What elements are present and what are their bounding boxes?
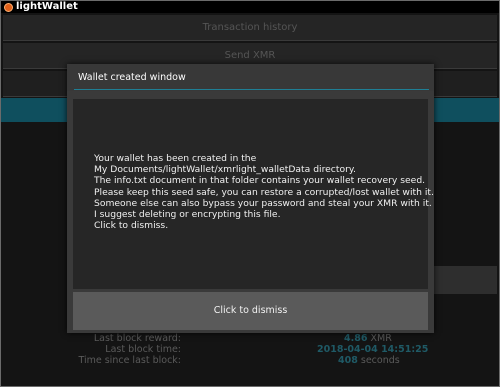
last-block-time-value: 2018-04-04 14:51:25 xyxy=(317,344,428,355)
dialog-header: Wallet created window xyxy=(67,64,434,91)
message-line: I suggest deleting or encrypting this fi… xyxy=(94,209,281,221)
message-line: My Documents/lightWallet/xmrlight_wallet… xyxy=(94,164,356,176)
dialog-title: Wallet created window xyxy=(78,72,186,83)
transaction-history-button[interactable]: Transaction history xyxy=(3,15,497,41)
time-since-label: Time since last block: xyxy=(78,355,181,366)
message-line: The info.txt document in that folder con… xyxy=(94,175,426,187)
time-since-value: 408 seconds xyxy=(338,355,400,366)
message-line: Please keep this seed safe, you can rest… xyxy=(94,186,434,198)
time-since-unit: seconds xyxy=(360,355,400,366)
dialog-body[interactable]: Your wallet has been created in the My D… xyxy=(73,99,434,289)
time-since-number: 408 xyxy=(338,355,358,366)
time-since-row: Time since last block: 408 seconds xyxy=(1,355,499,367)
side-panel xyxy=(432,266,497,294)
dismiss-button[interactable]: Click to dismiss xyxy=(73,292,428,330)
app-window: lightWallet Transaction history Send XMR… xyxy=(0,0,500,387)
last-block-time-label: Last block time: xyxy=(105,344,181,355)
window-title: lightWallet xyxy=(16,1,78,12)
last-block-reward-unit: XMR xyxy=(370,333,392,344)
last-block-reward-label: Last block reward: xyxy=(93,333,181,344)
dialog-message: Your wallet has been created in the My D… xyxy=(94,153,434,231)
header-divider xyxy=(74,89,429,90)
last-block-reward-value: 4.86 XMR xyxy=(344,333,392,344)
monero-logo-icon xyxy=(4,2,13,12)
wallet-created-dialog: Wallet created window Your wallet has be… xyxy=(67,64,434,333)
last-block-reward-number: 4.86 xyxy=(344,333,368,344)
last-block-time-number: 2018-04-04 14:51:25 xyxy=(317,344,429,355)
message-line: Someone else can also bypass your passwo… xyxy=(94,197,432,209)
title-bar[interactable]: lightWallet xyxy=(1,1,499,13)
message-line: Your wallet has been created in the xyxy=(94,153,257,164)
message-line: Click to dismiss. xyxy=(94,220,169,232)
